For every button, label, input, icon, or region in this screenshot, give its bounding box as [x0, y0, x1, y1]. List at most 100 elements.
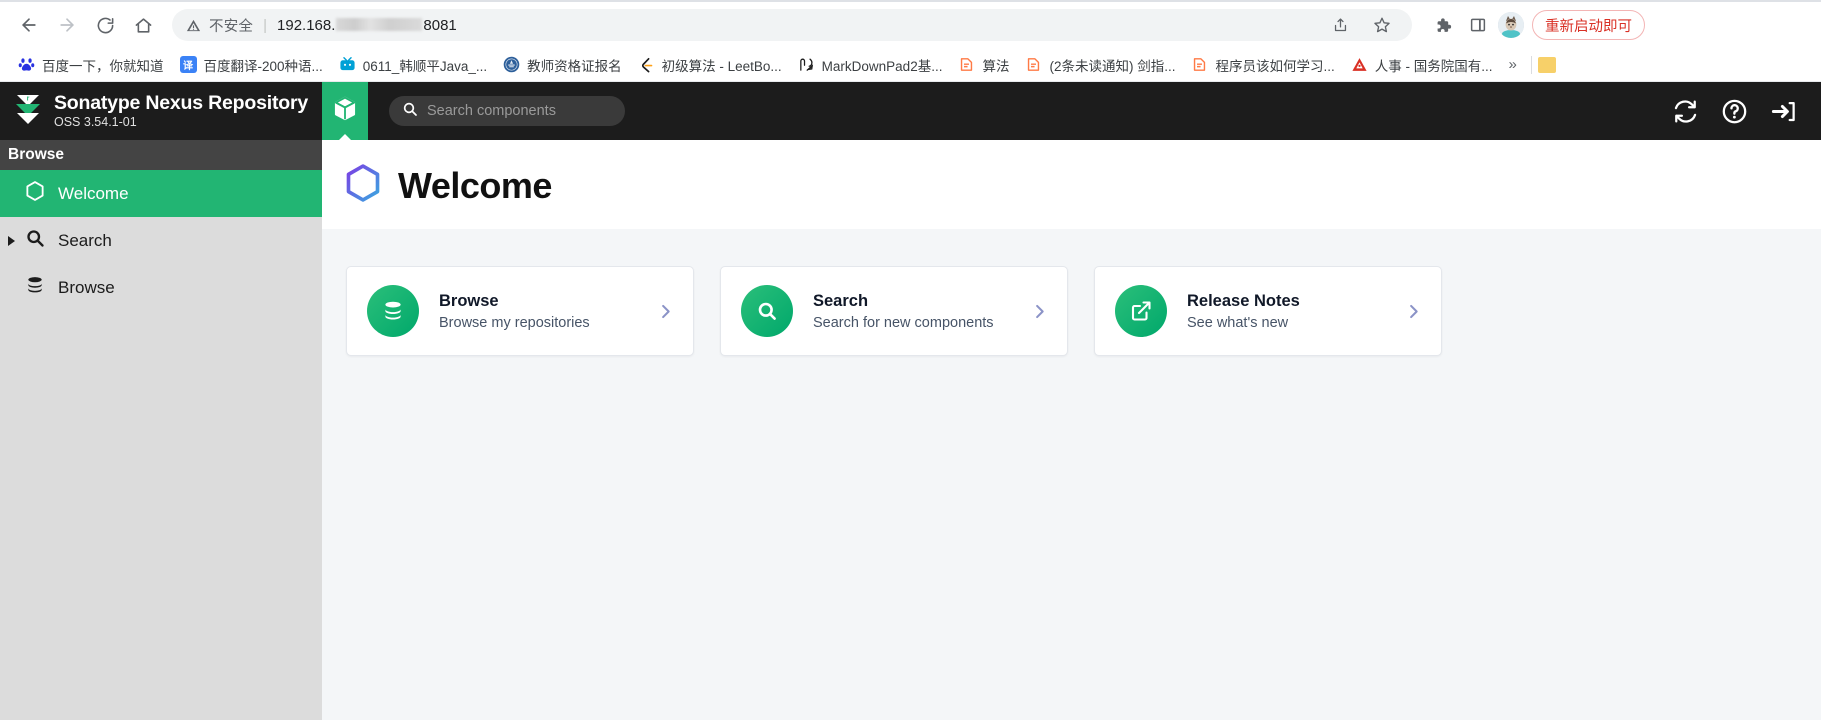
bookmarks-divider	[1530, 55, 1532, 74]
baidu-icon	[18, 56, 35, 73]
bookmark-label: 算法	[982, 58, 1010, 74]
hexagon-gradient-icon	[344, 162, 382, 209]
url-text[interactable]: 192.168. 8081	[277, 17, 457, 34]
omnibox-separator: |	[263, 16, 268, 34]
nexus-tab-browse[interactable]	[322, 82, 368, 140]
extensions-puzzle-icon[interactable]	[1426, 9, 1458, 41]
database-icon	[367, 285, 419, 337]
bookmark-item[interactable]: 算法	[950, 51, 1017, 79]
share-icon[interactable]	[1324, 9, 1356, 41]
sidebar-item-label: Search	[58, 230, 112, 250]
url-redacted-region	[336, 17, 423, 31]
help-circle-icon[interactable]	[1721, 98, 1748, 125]
tab-strip	[0, 0, 1821, 2]
search-placeholder: Search components	[427, 103, 556, 119]
bookmark-item[interactable]: 初级算法 - LeetBo...	[630, 51, 790, 79]
product-version: OSS 3.54.1-01	[54, 114, 137, 129]
bookmarks-overflow-button[interactable]: »	[1500, 52, 1524, 77]
side-panel-icon[interactable]	[1462, 9, 1494, 41]
database-icon	[25, 275, 45, 300]
omnibox[interactable]: 不安全 | 192.168. 8081	[172, 9, 1412, 41]
hexagon-icon	[25, 180, 45, 207]
translate-icon: 译	[179, 56, 197, 73]
welcome-cards: Browse Browse my repositories Search Sea…	[346, 266, 1797, 356]
bookmark-item[interactable]: 0611_韩顺平Java_...	[331, 51, 495, 79]
bilibili-icon	[339, 56, 356, 73]
profile-avatar[interactable]	[1498, 12, 1524, 38]
chevron-right-icon[interactable]	[1404, 302, 1423, 321]
card-search[interactable]: Search Search for new components	[720, 266, 1068, 356]
home-icon[interactable]	[126, 8, 160, 42]
browser-toolbar: 不安全 | 192.168. 8081 重新启动即可	[0, 2, 1821, 48]
search-icon	[25, 228, 45, 253]
cube-icon	[332, 95, 358, 128]
bookmarks-folder-icon[interactable]	[1537, 56, 1556, 73]
search-icon	[741, 285, 793, 337]
card-browse[interactable]: Browse Browse my repositories	[346, 266, 694, 356]
external-link-icon	[1115, 285, 1167, 337]
chevron-right-icon[interactable]	[656, 302, 675, 321]
card-title: Browse	[439, 291, 499, 310]
sidebar-item-label: Browse	[58, 277, 115, 297]
card-subtitle: See what's new	[1187, 314, 1289, 331]
reload-icon[interactable]	[88, 8, 122, 42]
yuque-icon	[1025, 56, 1042, 73]
bookmark-label: (2条未读通知) 剑指...	[1049, 58, 1176, 74]
bookmark-label: 教师资格证报名	[527, 58, 622, 74]
bookmark-item[interactable]: 译 百度翻译-200种语...	[172, 51, 331, 79]
forward-arrow-icon[interactable]	[50, 8, 84, 42]
bookmark-label: 百度一下，你就知道	[42, 58, 164, 74]
bookmark-item[interactable]: 百度一下，你就知道	[10, 51, 172, 79]
url-prefix: 192.168.	[277, 16, 336, 34]
yuque-icon	[1191, 56, 1208, 73]
card-release-notes[interactable]: Release Notes See what's new	[1094, 266, 1442, 356]
chevron-right-icon[interactable]	[1030, 302, 1049, 321]
search-components-input[interactable]: Search components	[389, 96, 625, 126]
back-arrow-icon[interactable]	[12, 8, 46, 42]
page-title: Welcome	[398, 164, 552, 206]
product-name: Sonatype Nexus Repository	[54, 92, 308, 115]
card-title: Release Notes	[1187, 291, 1300, 310]
nexus-header-actions	[1672, 82, 1821, 140]
card-title: Search	[813, 291, 869, 310]
search-icon	[402, 101, 418, 122]
nexus-app: r Sonatype Nexus Repository OSS 3.54.1-0…	[0, 82, 1821, 720]
nexus-brand-text: Sonatype Nexus Repository OSS 3.54.1-01	[54, 92, 308, 129]
bookmark-label: 初级算法 - LeetBo...	[661, 58, 782, 74]
page-header: Welcome	[322, 140, 1821, 229]
bookmark-label: 0611_韩顺平Java_...	[362, 58, 488, 74]
browser-tab[interactable]	[600, 0, 840, 2]
restart-browser-button[interactable]: 重新启动即可	[1532, 10, 1645, 40]
gov-seal-icon	[503, 56, 520, 73]
card-text: Search Search for new components	[813, 292, 994, 331]
bookmark-item[interactable]: MarkDownPad2基...	[790, 51, 951, 79]
not-secure-warning-icon	[186, 18, 201, 33]
security-status-label: 不安全	[209, 18, 254, 35]
leetcode-icon	[638, 56, 655, 73]
refresh-icon[interactable]	[1672, 98, 1699, 125]
chevron-right-icon[interactable]	[8, 235, 15, 246]
markdownpad-icon	[798, 56, 815, 73]
sidebar-section-title: Browse	[0, 140, 322, 170]
nexus-main: Welcome Browse Browse my repositories Se…	[322, 140, 1821, 720]
bookmark-label: 人事 - 国务院国有...	[1374, 58, 1493, 74]
bookmark-item[interactable]: (2条未读通知) 剑指...	[1017, 51, 1183, 79]
bookmark-label: 程序员该如何学习...	[1215, 58, 1335, 74]
sonatype-chevron-logo-icon: r	[13, 92, 43, 131]
nexus-body: Browse Welcome Search Browse Welcome Bro…	[0, 140, 1821, 720]
bookmark-item[interactable]: 教师资格证报名	[495, 51, 630, 79]
bookmark-label: MarkDownPad2基...	[821, 58, 943, 74]
sign-in-icon[interactable]	[1770, 98, 1797, 125]
bookmark-item[interactable]: 人事 - 国务院国有...	[1343, 51, 1501, 79]
card-text: Release Notes See what's new	[1187, 292, 1300, 331]
nexus-brand[interactable]: r Sonatype Nexus Repository OSS 3.54.1-0…	[0, 82, 322, 140]
sidebar-item-browse[interactable]: Browse	[0, 264, 322, 311]
bookmark-item[interactable]: 程序员该如何学习...	[1183, 51, 1342, 79]
sidebar-item-welcome[interactable]: Welcome	[0, 170, 322, 217]
card-subtitle: Search for new components	[813, 314, 994, 331]
card-subtitle: Browse my repositories	[439, 314, 590, 331]
svg-text:r: r	[27, 95, 30, 102]
bookmark-star-icon[interactable]	[1366, 9, 1398, 41]
sidebar-item-search[interactable]: Search	[0, 217, 322, 264]
omnibox-actions	[1324, 9, 1398, 41]
